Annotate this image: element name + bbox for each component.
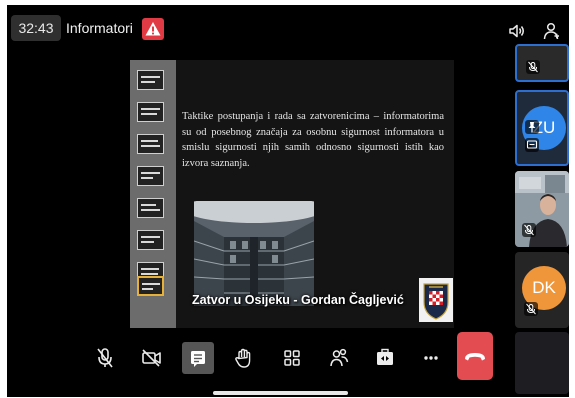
mic-off-icon[interactable]	[89, 342, 121, 374]
participant-tile[interactable]	[515, 332, 569, 394]
mic-off-icon	[524, 302, 538, 316]
slide-thumbnail[interactable]	[137, 134, 164, 154]
camera-off-icon[interactable]	[135, 342, 167, 374]
participant-video-tile[interactable]	[515, 171, 569, 247]
participant-tile-zu[interactable]: ZU	[515, 90, 569, 166]
slide-body-text: Taktike postupanja i rada sa zatvorenici…	[182, 111, 444, 169]
slide-thumbnail[interactable]	[137, 70, 164, 90]
mic-off-icon	[526, 60, 540, 74]
participant-tile[interactable]	[515, 44, 569, 82]
police-emblem-logo	[419, 278, 453, 322]
slide-thumbnail[interactable]	[137, 102, 164, 122]
gallery-icon[interactable]	[276, 342, 308, 374]
participants-icon[interactable]	[323, 342, 355, 374]
pin-icon	[525, 120, 539, 134]
slide-thumbnail[interactable]	[137, 230, 164, 250]
more-icon[interactable]	[415, 342, 447, 374]
meeting-timer: 32:43	[11, 15, 61, 41]
slide-thumbnail[interactable]	[137, 198, 164, 218]
slide-thumbnail-panel	[130, 60, 176, 328]
participant-tile-dk[interactable]: DK	[515, 252, 569, 328]
meeting-window: 32:43 Informatori Taktike postupanja i r…	[7, 5, 569, 397]
speaker-icon[interactable]	[508, 22, 526, 40]
meeting-title: Informatori	[66, 20, 133, 36]
participants-list-icon[interactable]	[541, 21, 561, 41]
raise-hand-icon[interactable]	[228, 342, 260, 374]
end-call-icon[interactable]	[457, 332, 493, 380]
slide-thumbnail[interactable]	[137, 166, 164, 186]
slide-caption: Zatvor u Osijeku - Gordan Čagljević	[192, 293, 404, 307]
home-indicator	[213, 391, 348, 395]
slide-thumbnail-selected[interactable]	[137, 276, 164, 296]
prison-interior-photo	[194, 201, 314, 306]
chat-icon[interactable]	[182, 342, 214, 374]
mic-off-icon	[522, 223, 536, 237]
current-slide: Taktike postupanja i rada sa zatvorenici…	[176, 60, 454, 328]
share-icon[interactable]	[369, 342, 401, 374]
warning-triangle-icon[interactable]	[142, 18, 164, 40]
shared-screen: Taktike postupanja i rada sa zatvorenici…	[130, 60, 454, 328]
screen-share-icon	[525, 138, 539, 152]
